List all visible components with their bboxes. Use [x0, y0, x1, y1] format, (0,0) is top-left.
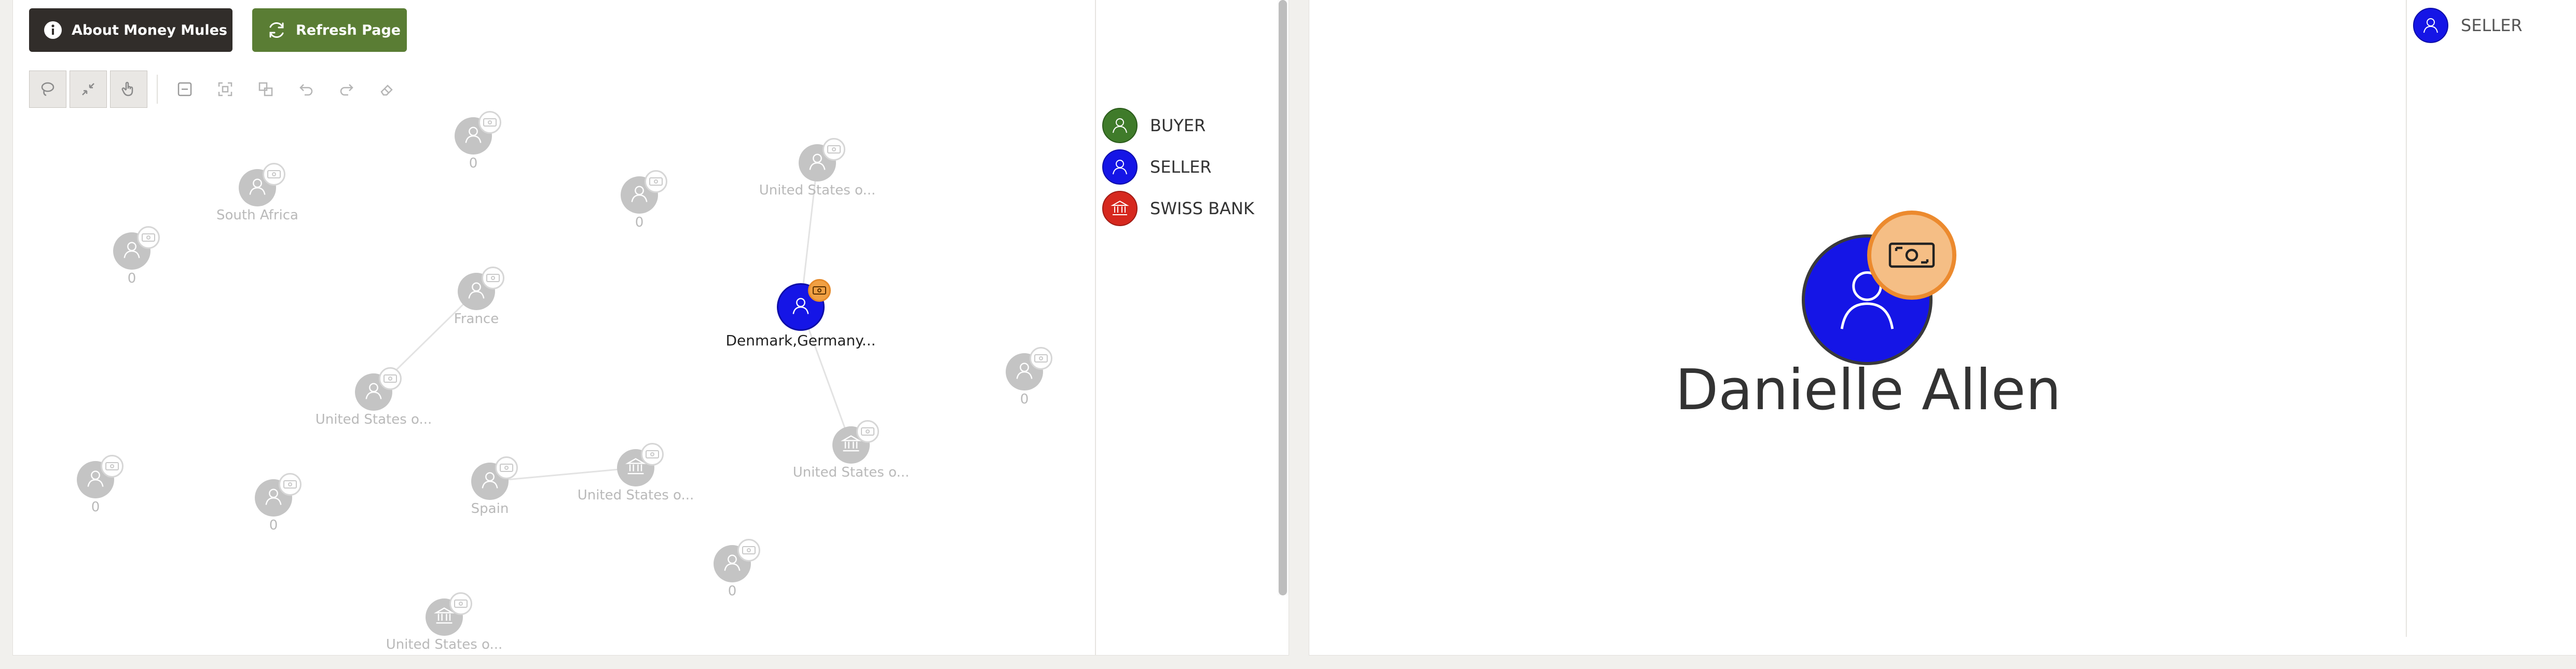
bank-icon — [1102, 191, 1138, 226]
graph-node-label: 0 — [91, 499, 100, 515]
legend-label-swiss-bank: SWISS BANK — [1150, 199, 1254, 218]
legend-item-seller[interactable]: SELLER — [2413, 8, 2523, 43]
graph-node-label: 0 — [127, 271, 136, 286]
legend-item-seller[interactable]: SELLER — [1102, 149, 1212, 185]
graph-edges — [373, 162, 852, 482]
banknote-icon — [279, 473, 302, 496]
graph-node-label: 0 — [728, 583, 737, 599]
graph-scrollbar-thumb[interactable] — [1279, 0, 1287, 595]
legend-label-seller: SELLER — [1150, 157, 1212, 177]
banknote-icon — [137, 226, 160, 249]
graph-node-label: United States o... — [386, 637, 503, 652]
banknote-icon — [1030, 347, 1052, 370]
person-icon — [1102, 149, 1138, 185]
banknote-icon — [478, 111, 501, 134]
banknote-icon — [379, 367, 402, 390]
graph-node-label: United States o... — [759, 183, 876, 198]
banknote-icon — [823, 138, 845, 161]
graph-node-label: United States o... — [315, 412, 432, 427]
graph-legend — [1095, 0, 1278, 656]
banknote-icon — [1888, 242, 1935, 268]
banknote-icon — [641, 443, 664, 466]
person-icon — [789, 295, 812, 319]
banknote-icon — [645, 170, 667, 193]
banknote-icon — [101, 455, 124, 478]
graph-node-label: France — [454, 311, 499, 327]
person-icon — [1102, 108, 1138, 143]
graph-node-label: Denmark,Germany... — [725, 332, 876, 349]
banknote-icon — [808, 279, 831, 302]
person-icon — [2413, 8, 2448, 43]
banknote-icon — [737, 539, 760, 562]
graph-node-label: 0 — [269, 518, 278, 533]
graph-node-label: South Africa — [216, 207, 298, 223]
legend-label-buyer: BUYER — [1150, 116, 1206, 135]
profile-money-badge — [1867, 211, 1956, 300]
graph-node-label: 0 — [635, 215, 644, 230]
legend-label-seller: SELLER — [2461, 16, 2523, 35]
graph-node-label: United States o... — [577, 487, 694, 503]
banknote-icon — [856, 420, 879, 443]
profile-legend — [2406, 0, 2576, 637]
legend-item-buyer[interactable]: BUYER — [1102, 108, 1205, 143]
banknote-icon — [263, 163, 285, 186]
graph-node-label: Spain — [471, 501, 509, 517]
graph-node-label: United States o... — [792, 465, 910, 480]
banknote-icon — [449, 592, 472, 615]
banknote-icon — [482, 267, 504, 289]
profile-panel — [1309, 0, 2576, 656]
banknote-icon — [495, 456, 518, 479]
legend-item-swiss-bank[interactable]: SWISS BANK — [1102, 191, 1254, 226]
profile-name: Danielle Allen — [1675, 358, 2061, 423]
graph-node-label: 0 — [469, 156, 478, 171]
